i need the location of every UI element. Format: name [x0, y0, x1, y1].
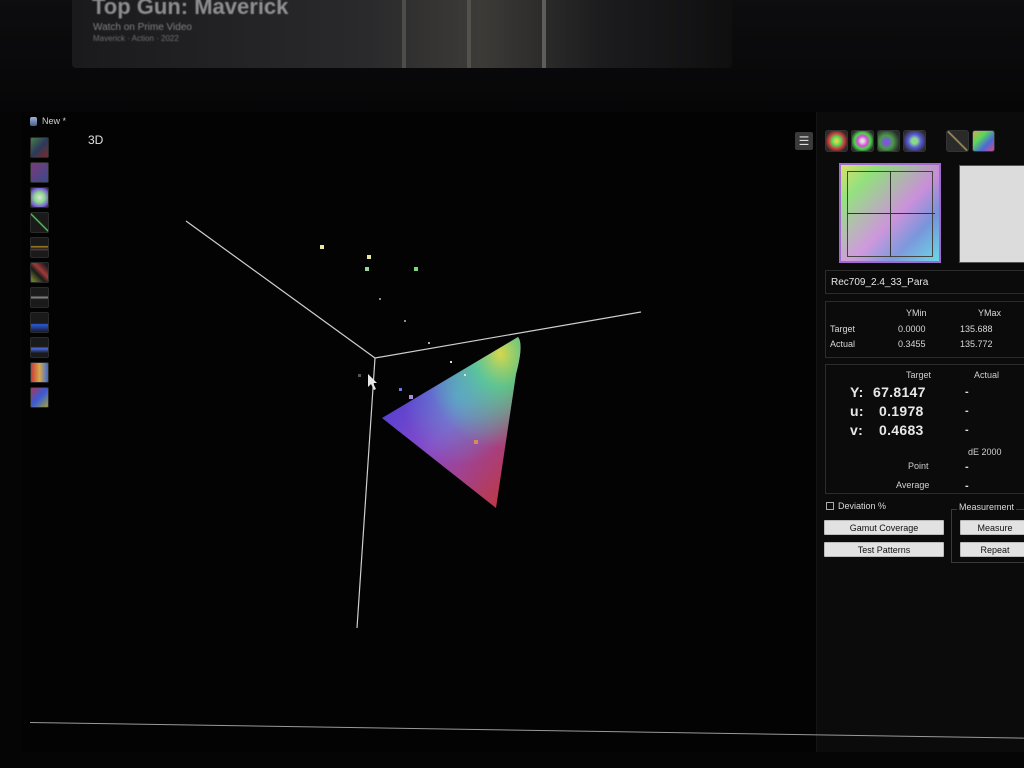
measure-button[interactable]: Measure	[960, 520, 1024, 535]
point-value: -	[965, 461, 969, 473]
window-title: New *	[42, 116, 67, 126]
gamut-view-icon[interactable]	[903, 130, 926, 152]
target-row-label: Target	[830, 324, 856, 334]
average-label: Average	[896, 480, 930, 490]
background-subtitle: Watch on Prime Video	[93, 22, 192, 33]
y-actual-value: -	[965, 386, 969, 398]
actual-col-header: Actual	[974, 370, 1000, 380]
delta-e-icon[interactable]	[30, 362, 49, 383]
color-grid-icon[interactable]	[972, 130, 995, 152]
background-title: Top Gun: Maverick	[92, 0, 289, 19]
gamut-coverage-button[interactable]: Gamut Coverage	[824, 520, 944, 535]
waveform-icon[interactable]	[30, 312, 49, 333]
color-wheel-icon[interactable]	[30, 187, 49, 208]
actual-ymax: 135.772	[960, 339, 993, 349]
average-value: -	[965, 480, 969, 492]
window-title-bar: New *	[30, 116, 66, 126]
v-actual-value: -	[965, 424, 969, 436]
luminance-icon[interactable]	[30, 262, 49, 283]
3d-gamut-view[interactable]	[22, 112, 822, 752]
deviation-label: Deviation %	[838, 501, 887, 511]
cie-uv-view-icon[interactable]	[851, 130, 874, 152]
luminance-range-table: YMin YMax Target 0.0000 135.688 Actual 0…	[825, 301, 1024, 358]
repeat-button[interactable]: Repeat	[960, 542, 1024, 557]
app-window: New * 3D ☰ Rec709_2.4_33_Para YMin YMax …	[22, 112, 1024, 752]
app-logo-icon	[30, 116, 37, 126]
target-view-icon[interactable]	[946, 130, 969, 152]
gamma-curve-icon[interactable]	[30, 212, 49, 233]
target-ymin: 0.0000	[898, 324, 926, 334]
actual-ymin: 0.3455	[898, 339, 926, 349]
deviation-checkbox[interactable]: Deviation %	[826, 501, 886, 511]
gamut-triangle-icon[interactable]	[30, 162, 49, 183]
u-label: u:	[850, 403, 864, 419]
target-ymax: 135.688	[960, 324, 993, 334]
view-mode-label: 3D	[88, 133, 104, 147]
background-detail: Maverick · Action · 2022	[93, 34, 179, 43]
view-switcher	[825, 130, 995, 152]
ymax-header: YMax	[978, 308, 1002, 318]
de2000-header: dE 2000	[968, 447, 1002, 457]
v-target-value: 0.4683	[879, 422, 924, 438]
cie-3d-view-icon[interactable]	[877, 130, 900, 152]
u-actual-value: -	[965, 405, 969, 417]
target-col-header: Target	[906, 370, 932, 380]
rgb-balance-icon[interactable]	[30, 237, 49, 258]
measured-color-swatch	[959, 165, 1024, 263]
test-patterns-button[interactable]: Test Patterns	[824, 542, 944, 557]
left-toolbar	[30, 137, 50, 408]
histogram-icon[interactable]	[30, 387, 49, 408]
ymin-header: YMin	[906, 308, 927, 318]
hamburger-menu-icon[interactable]: ☰	[795, 132, 813, 150]
target-color-swatch	[839, 163, 941, 263]
cie-xy-view-icon[interactable]	[825, 130, 848, 152]
y-target-value: 67.8147	[873, 384, 926, 400]
grayscale-icon[interactable]	[30, 287, 49, 308]
point-label: Point	[908, 461, 929, 471]
measurement-readout: Target Actual Y: 67.8147 - u: 0.1978 - v…	[825, 364, 1024, 494]
measurement-group-label: Measurement	[957, 502, 1017, 512]
spectrum-icon[interactable]	[30, 337, 49, 358]
actual-row-label: Actual	[830, 339, 856, 349]
cie-diagram-icon[interactable]	[30, 137, 49, 158]
measurement-panel: Rec709_2.4_33_Para YMin YMax Target 0.00…	[816, 112, 1024, 752]
axis-line-back	[185, 220, 376, 359]
y-label: Y:	[850, 384, 864, 400]
pattern-name-field[interactable]: Rec709_2.4_33_Para	[825, 270, 1024, 294]
axis-line-down	[356, 357, 376, 629]
v-label: v:	[850, 422, 864, 438]
u-target-value: 0.1978	[879, 403, 924, 419]
checkbox-box[interactable]	[826, 502, 834, 510]
